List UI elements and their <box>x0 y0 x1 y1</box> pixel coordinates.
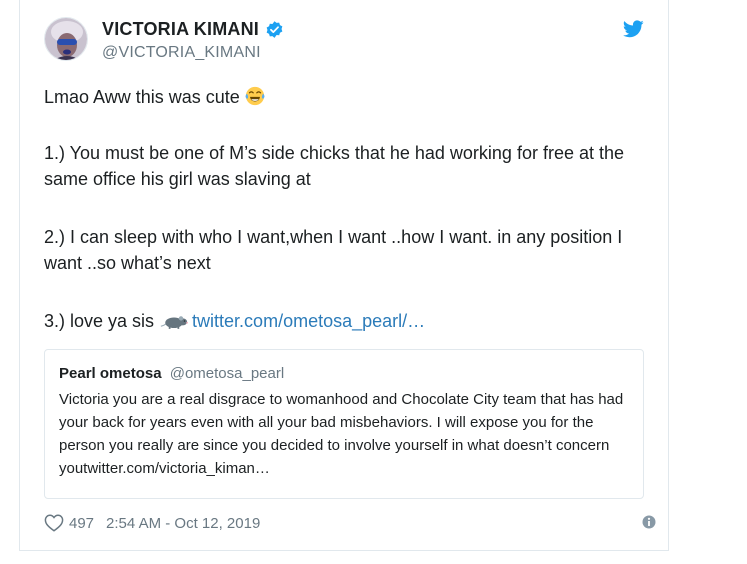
quoted-author-name[interactable]: Pearl ometosa <box>59 365 162 382</box>
author-name-text[interactable]: VICTORIA KIMANI <box>102 19 259 40</box>
tweet-point-3-text: 3.) love ya sis <box>44 311 155 331</box>
twitter-bird-icon[interactable] <box>623 20 644 38</box>
tweet-point-3: 3.) love ya sis twitter.com/ometosa_pear… <box>44 308 654 334</box>
quoted-tweet[interactable]: Pearl ometosa @ometosa_pearl Victoria yo… <box>44 349 644 499</box>
tweet-intro: Lmao Aww this was cute <box>44 84 654 110</box>
quoted-tweet-header: Pearl ometosa @ometosa_pearl <box>59 364 629 384</box>
heart-icon[interactable] <box>44 514 64 532</box>
author-handle[interactable]: @VICTORIA_KIMANI <box>102 44 261 62</box>
quoted-author-handle[interactable]: @ometosa_pearl <box>170 365 284 382</box>
tweet-link[interactable]: twitter.com/ometosa_pearl/… <box>192 311 425 331</box>
quoted-tweet-text: Victoria you are a real disgrace to woma… <box>59 391 624 477</box>
rat-icon <box>160 316 189 329</box>
tweet-footer: 497 2:54 AM - Oct 12, 2019 <box>44 512 656 534</box>
face-with-tears-of-joy-icon <box>245 86 265 106</box>
info-icon[interactable] <box>642 515 656 529</box>
tweet-point-2: 2.) I can sleep with who I want,when I w… <box>44 227 623 273</box>
tweet-text: Lmao Aww this was cute 1.) You must be o… <box>44 84 654 366</box>
tweet-card: VICTORIA KIMANI @VICTORIA_KIMANI Lmao Aw… <box>19 0 669 551</box>
verified-badge-icon <box>266 21 283 38</box>
tweet-timestamp[interactable]: 2:54 AM - Oct 12, 2019 <box>106 515 260 532</box>
tweet-intro-text: Lmao Aww this was cute <box>44 87 240 107</box>
tweet-point-1: 1.) You must be one of M’s side chicks t… <box>44 143 624 189</box>
like-count[interactable]: 497 <box>69 515 94 532</box>
avatar-image <box>45 18 87 60</box>
avatar[interactable] <box>44 17 88 61</box>
author-display-name[interactable]: VICTORIA KIMANI <box>102 19 284 40</box>
